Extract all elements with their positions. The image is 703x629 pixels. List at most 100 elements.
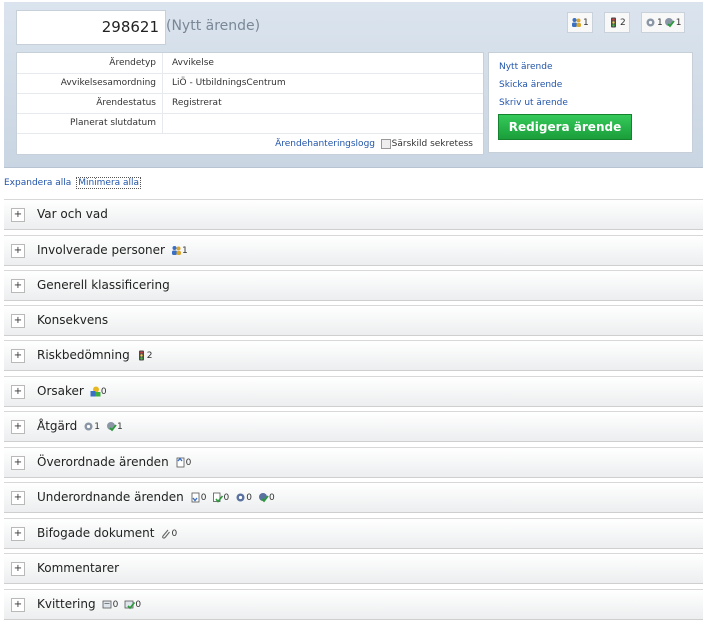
section-kommentarer[interactable]: + Kommentarer bbox=[4, 553, 703, 584]
case-info-table: Ärendetyp Avvikelse Avvikelsesamordning … bbox=[16, 52, 484, 155]
expand-icon[interactable]: + bbox=[11, 349, 25, 363]
section-title: Generell klassificering bbox=[37, 278, 170, 292]
document-up-icon bbox=[176, 456, 185, 467]
expand-icon[interactable]: + bbox=[11, 279, 25, 293]
section-underordnande-arenden[interactable]: + Underordnande ärenden 0 0 0 0 bbox=[4, 482, 703, 513]
expand-icon[interactable]: + bbox=[11, 314, 25, 328]
actions-toolbar-button[interactable]: 1 1 bbox=[641, 12, 686, 33]
section-bifogade-dokument[interactable]: + Bifogade dokument 0 bbox=[4, 518, 703, 549]
secrecy-checkbox[interactable] bbox=[381, 139, 391, 149]
gears-check-icon bbox=[258, 492, 269, 502]
case-number-box: 298621 bbox=[16, 10, 166, 45]
info-row: Ärendetyp Avvikelse bbox=[17, 53, 483, 74]
expand-icon[interactable]: + bbox=[11, 598, 25, 612]
section-var-och-vad[interactable]: + Var och vad bbox=[4, 199, 703, 230]
section-title: Underordnande ärenden bbox=[37, 490, 184, 504]
receipt-check-icon bbox=[124, 600, 136, 609]
expand-icon[interactable]: + bbox=[11, 456, 25, 470]
case-header: 298621 (Nytt ärende) 1 2 1 1 Ärendetyp A… bbox=[4, 2, 703, 168]
section-title: Överordnade ärenden bbox=[37, 455, 169, 469]
expand-icon[interactable]: + bbox=[11, 527, 25, 541]
expand-controls: Expandera alla Minimera alla bbox=[4, 177, 142, 189]
info-label: Ärendetyp bbox=[109, 58, 156, 68]
badge-count: 1 bbox=[181, 245, 188, 256]
risk-toolbar-button[interactable]: 2 bbox=[604, 12, 630, 33]
section-title: Orsaker bbox=[37, 384, 84, 398]
badge-count: 2 bbox=[146, 350, 153, 361]
badge-count: 0 bbox=[185, 457, 192, 468]
case-log-link[interactable]: Ärendehanteringslogg bbox=[275, 139, 375, 149]
section-title: Var och vad bbox=[37, 207, 108, 221]
people-count: 1 bbox=[583, 17, 589, 28]
info-row: Ärendestatus Registrerat bbox=[17, 93, 483, 114]
badge-count: 0 bbox=[100, 386, 107, 397]
info-value: Registrerat bbox=[172, 98, 222, 108]
section-orsaker[interactable]: + Orsaker 0 bbox=[4, 376, 703, 407]
case-actions-panel: Nytt ärende Skicka ärende Skriv ut ärend… bbox=[488, 52, 693, 153]
info-label: Planerat slutdatum bbox=[70, 118, 156, 128]
traffic-light-icon bbox=[138, 350, 144, 360]
expand-icon[interactable]: + bbox=[11, 244, 25, 258]
info-label: Avvikelsesamordning bbox=[60, 78, 156, 88]
section-title: Kommentarer bbox=[37, 561, 120, 575]
badge-count: 0 bbox=[246, 492, 252, 503]
info-value: LiÖ - UtbildningsCentrum bbox=[172, 78, 286, 88]
section-title: Kvittering bbox=[37, 597, 96, 611]
gears-icon bbox=[84, 422, 93, 430]
secrecy-label: Särskild sekretess bbox=[391, 139, 473, 149]
section-konsekvens[interactable]: + Konsekvens bbox=[4, 305, 703, 336]
section-title: Bifogade dokument bbox=[37, 526, 155, 540]
expand-icon[interactable]: + bbox=[11, 385, 25, 399]
badge-count: 1 bbox=[94, 421, 100, 432]
section-title: Riskbedömning bbox=[37, 348, 130, 362]
badge-count: 0 bbox=[135, 599, 142, 610]
badge-count: 0 bbox=[112, 599, 119, 610]
expand-all-link[interactable]: Expandera alla bbox=[4, 178, 71, 188]
section-involverade-personer[interactable]: + Involverade personer 1 bbox=[4, 235, 703, 266]
minimize-all-link[interactable]: Minimera alla bbox=[76, 177, 142, 189]
section-overordnade-arenden[interactable]: + Överordnade ärenden 0 bbox=[4, 447, 703, 478]
log-row: Ärendehanteringslogg Särskild sekretess bbox=[17, 136, 483, 152]
new-case-link[interactable]: Nytt ärende bbox=[499, 62, 553, 72]
document-down-icon bbox=[191, 492, 200, 502]
case-status-label: (Nytt ärende) bbox=[166, 18, 261, 34]
send-case-link[interactable]: Skicka ärende bbox=[499, 80, 562, 90]
section-generell-klassificering[interactable]: + Generell klassificering bbox=[4, 270, 703, 301]
document-check-icon bbox=[213, 492, 224, 503]
print-case-link[interactable]: Skriv ut ärende bbox=[499, 98, 568, 108]
info-value: Avvikelse bbox=[172, 58, 214, 68]
badge-count: 0 bbox=[200, 492, 207, 503]
badge-count: 0 bbox=[223, 492, 230, 503]
gears-icon bbox=[646, 18, 655, 27]
badge-count: 1 bbox=[116, 421, 123, 432]
section-title: Åtgärd bbox=[37, 419, 78, 433]
people-icon bbox=[572, 18, 581, 27]
risk-count: 2 bbox=[620, 17, 626, 28]
section-title: Konsekvens bbox=[37, 313, 109, 327]
traffic-light-icon bbox=[611, 17, 616, 28]
expand-icon[interactable]: + bbox=[11, 491, 25, 505]
info-label: Ärendestatus bbox=[96, 98, 156, 108]
case-number: 298621 bbox=[101, 18, 159, 36]
gears-check-count: 1 bbox=[675, 17, 682, 28]
badge-count: 0 bbox=[268, 492, 275, 503]
expand-icon[interactable]: + bbox=[11, 420, 25, 434]
people-icon bbox=[171, 245, 181, 255]
people-toolbar-button[interactable]: 1 bbox=[567, 12, 593, 33]
section-atgard[interactable]: + Åtgärd 1 1 bbox=[4, 411, 703, 442]
section-kvittering[interactable]: + Kvittering 0 0 bbox=[4, 589, 703, 620]
shapes-icon bbox=[90, 386, 101, 396]
expand-icon[interactable]: + bbox=[11, 562, 25, 576]
gears-icon bbox=[236, 493, 245, 501]
badge-count: 0 bbox=[171, 528, 178, 539]
info-row: Avvikelsesamordning LiÖ - UtbildningsCen… bbox=[17, 73, 483, 94]
paperclip-icon bbox=[162, 529, 171, 539]
edit-case-button[interactable]: Redigera ärende bbox=[498, 114, 632, 140]
section-riskbedomning[interactable]: + Riskbedömning 2 bbox=[4, 340, 703, 371]
expand-icon[interactable]: + bbox=[11, 208, 25, 222]
info-row: Planerat slutdatum bbox=[17, 113, 483, 134]
section-title: Involverade personer bbox=[37, 243, 165, 257]
gears-count: 1 bbox=[657, 17, 663, 28]
receipt-icon bbox=[102, 600, 111, 608]
gears-check-icon bbox=[106, 421, 117, 431]
